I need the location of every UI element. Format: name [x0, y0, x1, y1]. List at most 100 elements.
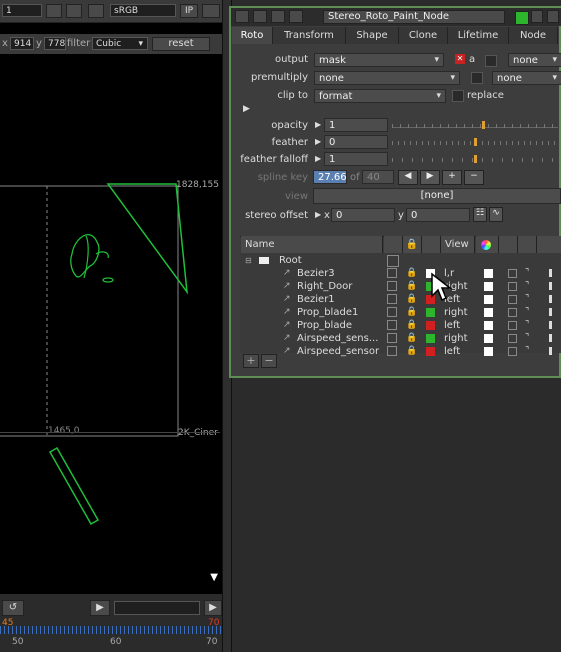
header-colorwheel-icon[interactable]: [476, 236, 499, 253]
lock-icon[interactable]: 🔒: [406, 332, 417, 345]
visibility-icon[interactable]: [387, 294, 397, 304]
collapse-icon[interactable]: [235, 10, 249, 23]
blend-icon[interactable]: [508, 321, 517, 330]
node-color-icon[interactable]: [515, 11, 529, 25]
opacity-field[interactable]: 1: [324, 118, 388, 132]
premultiply-dropdown[interactable]: none: [314, 71, 460, 85]
spline-key-field[interactable]: 27.66: [313, 170, 347, 184]
motionblur-icon[interactable]: ⌝: [525, 345, 529, 358]
lock-icon[interactable]: 🔒: [406, 319, 417, 332]
stereo-x-field[interactable]: 0: [331, 208, 395, 222]
lock-icon[interactable]: 🔒: [406, 293, 417, 306]
motionblur-icon[interactable]: ⌝: [525, 306, 529, 319]
node-icon[interactable]: [271, 10, 285, 23]
header-blend-icon[interactable]: [499, 236, 518, 253]
premultiply-right-dropdown[interactable]: none: [492, 71, 561, 85]
motionblur-icon[interactable]: ⌝: [525, 267, 529, 280]
viewer-tool-icon[interactable]: [46, 4, 62, 18]
shape-view[interactable]: left: [444, 345, 460, 358]
stroke-icon[interactable]: [549, 282, 552, 290]
visibility-icon[interactable]: [387, 333, 397, 343]
overlay-color-swatch[interactable]: [484, 282, 493, 291]
header-visibility-icon[interactable]: [384, 236, 403, 253]
visibility-icon[interactable]: [387, 268, 397, 278]
expand-arrow-icon[interactable]: ▶: [243, 104, 250, 114]
tab-lifetime[interactable]: Lifetime: [448, 27, 509, 44]
center-icon[interactable]: [289, 10, 303, 23]
view-selector[interactable]: [none]: [313, 188, 561, 204]
loop-icon[interactable]: ↺: [2, 600, 24, 616]
blend-icon[interactable]: [508, 282, 517, 291]
tree-root-row[interactable]: ⊟ Root: [241, 254, 561, 267]
x-field[interactable]: 914: [10, 37, 34, 50]
blend-icon[interactable]: [508, 295, 517, 304]
motionblur-icon[interactable]: ⌝: [525, 280, 529, 293]
filter-dropdown[interactable]: Cubic: [92, 37, 148, 51]
y-field[interactable]: 778: [44, 37, 66, 50]
feather-falloff-field[interactable]: 1: [324, 152, 388, 166]
add-key-icon[interactable]: +: [442, 170, 462, 185]
slider-handle[interactable]: [474, 155, 477, 163]
stroke-icon[interactable]: [549, 347, 552, 355]
stroke-icon[interactable]: [549, 334, 552, 342]
prev-key-icon[interactable]: ◀: [398, 170, 418, 185]
animation-icon[interactable]: ▶: [315, 120, 321, 129]
blend-icon[interactable]: [508, 347, 517, 356]
remove-shape-button[interactable]: −: [261, 354, 277, 368]
tree-row[interactable]: ↗ Prop_blade 🔒 left ⌝: [241, 319, 561, 332]
overlay-color-swatch[interactable]: [484, 295, 493, 304]
next-frame-icon[interactable]: ▶: [204, 600, 222, 616]
ip-button[interactable]: IP: [180, 4, 198, 18]
blend-icon[interactable]: [508, 334, 517, 343]
motionblur-icon[interactable]: ⌝: [525, 319, 529, 332]
visibility-icon[interactable]: [387, 346, 397, 356]
header-motionblur-icon[interactable]: [518, 236, 537, 253]
shape-color-swatch[interactable]: [426, 347, 435, 356]
lock-icon[interactable]: 🔒: [406, 267, 417, 280]
play-icon[interactable]: ▶: [90, 600, 110, 616]
visibility-icon[interactable]: [387, 281, 397, 291]
chevron-down-icon[interactable]: ▼: [210, 572, 218, 583]
tab-node[interactable]: Node: [509, 27, 558, 44]
reset-button[interactable]: reset: [152, 37, 210, 51]
output-dropdown[interactable]: mask: [314, 53, 444, 67]
animation-icon[interactable]: ▶: [315, 154, 321, 163]
shape-view[interactable]: right: [444, 306, 468, 319]
frame-field[interactable]: [114, 601, 200, 615]
overlay-color-swatch[interactable]: [484, 347, 493, 356]
premultiply-checkbox[interactable]: [471, 72, 483, 84]
next-key-icon[interactable]: ▶: [420, 170, 440, 185]
shape-color-swatch[interactable]: [426, 321, 435, 330]
delete-key-icon[interactable]: −: [464, 170, 484, 185]
tree-row[interactable]: ↗ Bezier1 🔒 left ⌝: [241, 293, 561, 306]
float-icon[interactable]: [253, 10, 267, 23]
stroke-icon[interactable]: [549, 321, 552, 329]
lock-icon[interactable]: 🔒: [406, 280, 417, 293]
motionblur-icon[interactable]: ⌝: [525, 332, 529, 345]
viewer-tool-icon[interactable]: [66, 4, 82, 18]
header-stroke-icon[interactable]: [537, 236, 561, 253]
tab-clone[interactable]: Clone: [399, 27, 448, 44]
channel-field[interactable]: 1: [2, 4, 42, 17]
stroke-icon[interactable]: [549, 295, 552, 303]
stroke-icon[interactable]: [549, 269, 552, 277]
view-menu-icon[interactable]: ☷: [473, 207, 487, 222]
collapse-arrow-icon[interactable]: ⊟: [245, 254, 252, 267]
add-shape-button[interactable]: +: [243, 354, 259, 368]
visibility-icon[interactable]: [387, 307, 397, 317]
overlay-color-swatch[interactable]: [484, 269, 493, 278]
feather-falloff-slider[interactable]: [392, 152, 558, 168]
header-lock-icon[interactable]: 🔒: [403, 236, 422, 253]
stroke-icon[interactable]: [549, 308, 552, 316]
tree-row[interactable]: ↗ Airspeed_sens... 🔒 right ⌝: [241, 332, 561, 345]
shape-view[interactable]: left: [444, 319, 460, 332]
channel-red-icon[interactable]: ✕: [455, 54, 465, 64]
tab-transform[interactable]: Transform: [273, 27, 346, 44]
lock-icon[interactable]: 🔒: [406, 345, 417, 358]
motionblur-icon[interactable]: ⌝: [525, 293, 529, 306]
shape-color-swatch[interactable]: [426, 334, 435, 343]
alpha-checkbox[interactable]: [485, 55, 497, 67]
lock-icon[interactable]: 🔒: [406, 306, 417, 319]
stereo-y-field[interactable]: 0: [406, 208, 470, 222]
header-view[interactable]: View: [441, 236, 475, 253]
